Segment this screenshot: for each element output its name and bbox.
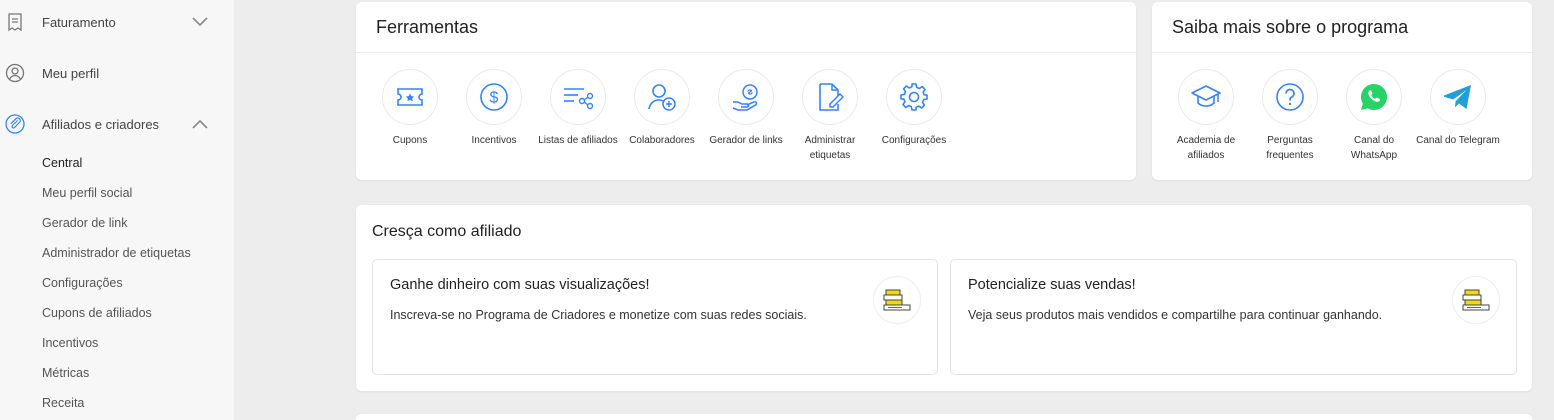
sidebar-subitem-meu-perfil-social[interactable]: Meu perfil social bbox=[42, 186, 132, 200]
dollar-circle-icon: $ bbox=[466, 69, 522, 125]
coupon-icon bbox=[382, 69, 438, 125]
grow-card-sales[interactable]: Potencialize suas vendas! Veja seus prod… bbox=[950, 259, 1517, 375]
grow-card-title: Potencialize suas vendas! bbox=[968, 277, 1136, 293]
sidebar-subitem-incentivos[interactable]: Incentivos bbox=[42, 336, 98, 350]
sidebar-subitem-central[interactable]: Central bbox=[42, 156, 82, 170]
chevron-down-icon[interactable] bbox=[190, 12, 210, 32]
sidebar-subitem-metricas[interactable]: Métricas bbox=[42, 366, 89, 380]
sidebar-item-label: Afiliados e criadores bbox=[42, 116, 160, 132]
sidebar-item-label: Faturamento bbox=[42, 14, 116, 30]
tool-incentivos[interactable]: $ Incentivos bbox=[452, 69, 536, 148]
learn-perguntas-frequentes[interactable]: Perguntas frequentes bbox=[1248, 69, 1332, 163]
sidebar-subitem-receita[interactable]: Receita bbox=[42, 396, 84, 410]
sidebar-item-label: Meu perfil bbox=[42, 65, 100, 81]
sidebar-subitem-gerador-de-link[interactable]: Gerador de link bbox=[42, 216, 127, 230]
tools-title: Ferramentas bbox=[376, 17, 479, 37]
whatsapp-icon bbox=[1346, 69, 1402, 125]
books-icon bbox=[873, 276, 921, 324]
grow-title: Cresça como afiliado bbox=[372, 223, 522, 240]
learn-card: Saiba mais sobre o programa Academia de … bbox=[1152, 2, 1532, 180]
learn-label: Canal do WhatsApp bbox=[1350, 135, 1398, 161]
grow-card: Cresça como afiliado Ganhe dinheiro com … bbox=[356, 205, 1532, 391]
grow-card-creators[interactable]: Ganhe dinheiro com suas visualizações! I… bbox=[372, 259, 938, 375]
learn-label: Academia de afiliados bbox=[1176, 135, 1236, 161]
learn-label: Perguntas frequentes bbox=[1266, 135, 1314, 161]
telegram-icon bbox=[1430, 69, 1486, 125]
divider bbox=[1152, 52, 1532, 53]
tool-label: Administrar etiquetas bbox=[804, 135, 856, 161]
sidebar: Faturamento Meu perfil Afiliados e criad… bbox=[0, 0, 234, 420]
next-card-edge bbox=[356, 414, 1532, 420]
share-list-icon bbox=[550, 69, 606, 125]
question-icon bbox=[1262, 69, 1318, 125]
tools-card: Ferramentas Cupons $ Incentivos Listas d… bbox=[356, 2, 1136, 180]
learn-label: Canal do Telegram bbox=[1416, 135, 1500, 146]
sidebar-subitem-configuracoes[interactable]: Configurações bbox=[42, 276, 123, 290]
tool-label: Configurações bbox=[881, 135, 947, 146]
sidebar-subitem-cupons-de-afiliados[interactable]: Cupons de afiliados bbox=[42, 306, 152, 320]
tool-label: Listas de afiliados bbox=[538, 135, 618, 146]
learn-whatsapp[interactable]: Canal do WhatsApp bbox=[1332, 69, 1416, 163]
learn-academia[interactable]: Academia de afiliados bbox=[1164, 69, 1248, 163]
divider bbox=[356, 52, 1136, 53]
learn-title: Saiba mais sobre o programa bbox=[1172, 17, 1409, 37]
tool-listas-de-afiliados[interactable]: Listas de afiliados bbox=[536, 69, 620, 148]
grow-card-description: Veja seus produtos mais vendidos e compa… bbox=[968, 308, 1383, 322]
user-circle-icon bbox=[5, 63, 25, 83]
sidebar-item-meu-perfil[interactable]: Meu perfil bbox=[0, 53, 234, 93]
grow-card-title: Ganhe dinheiro com suas visualizações! bbox=[390, 277, 650, 293]
learn-telegram[interactable]: Canal do Telegram bbox=[1416, 69, 1500, 148]
tool-colaboradores[interactable]: Colaboradores bbox=[620, 69, 704, 148]
gear-icon bbox=[886, 69, 942, 125]
chevron-up-icon[interactable] bbox=[190, 114, 210, 134]
tool-administrar-etiquetas[interactable]: Administrar etiquetas bbox=[788, 69, 872, 163]
sidebar-item-afiliados[interactable]: Afiliados e criadores bbox=[0, 104, 234, 144]
books-icon bbox=[1452, 276, 1500, 324]
paperclip-icon bbox=[5, 114, 25, 134]
tool-cupons[interactable]: Cupons bbox=[368, 69, 452, 148]
graduation-cap-icon bbox=[1178, 69, 1234, 125]
tool-label: Incentivos bbox=[471, 135, 517, 146]
hand-link-icon bbox=[718, 69, 774, 125]
grow-card-description: Inscreva-se no Programa de Criadores e m… bbox=[390, 308, 807, 322]
add-user-icon bbox=[634, 69, 690, 125]
sidebar-subitem-administrador-de-etiquetas[interactable]: Administrador de etiquetas bbox=[42, 246, 191, 260]
sidebar-item-faturamento[interactable]: Faturamento bbox=[0, 2, 234, 42]
tool-configuracoes[interactable]: Configurações bbox=[872, 69, 956, 148]
receipt-icon bbox=[5, 12, 25, 32]
edit-document-icon bbox=[802, 69, 858, 125]
tool-label: Cupons bbox=[392, 135, 428, 146]
svg-text:$: $ bbox=[490, 90, 499, 107]
tool-label: Colaboradores bbox=[629, 135, 695, 146]
tool-gerador-de-links[interactable]: Gerador de links bbox=[704, 69, 788, 148]
tool-label: Gerador de links bbox=[709, 135, 783, 146]
